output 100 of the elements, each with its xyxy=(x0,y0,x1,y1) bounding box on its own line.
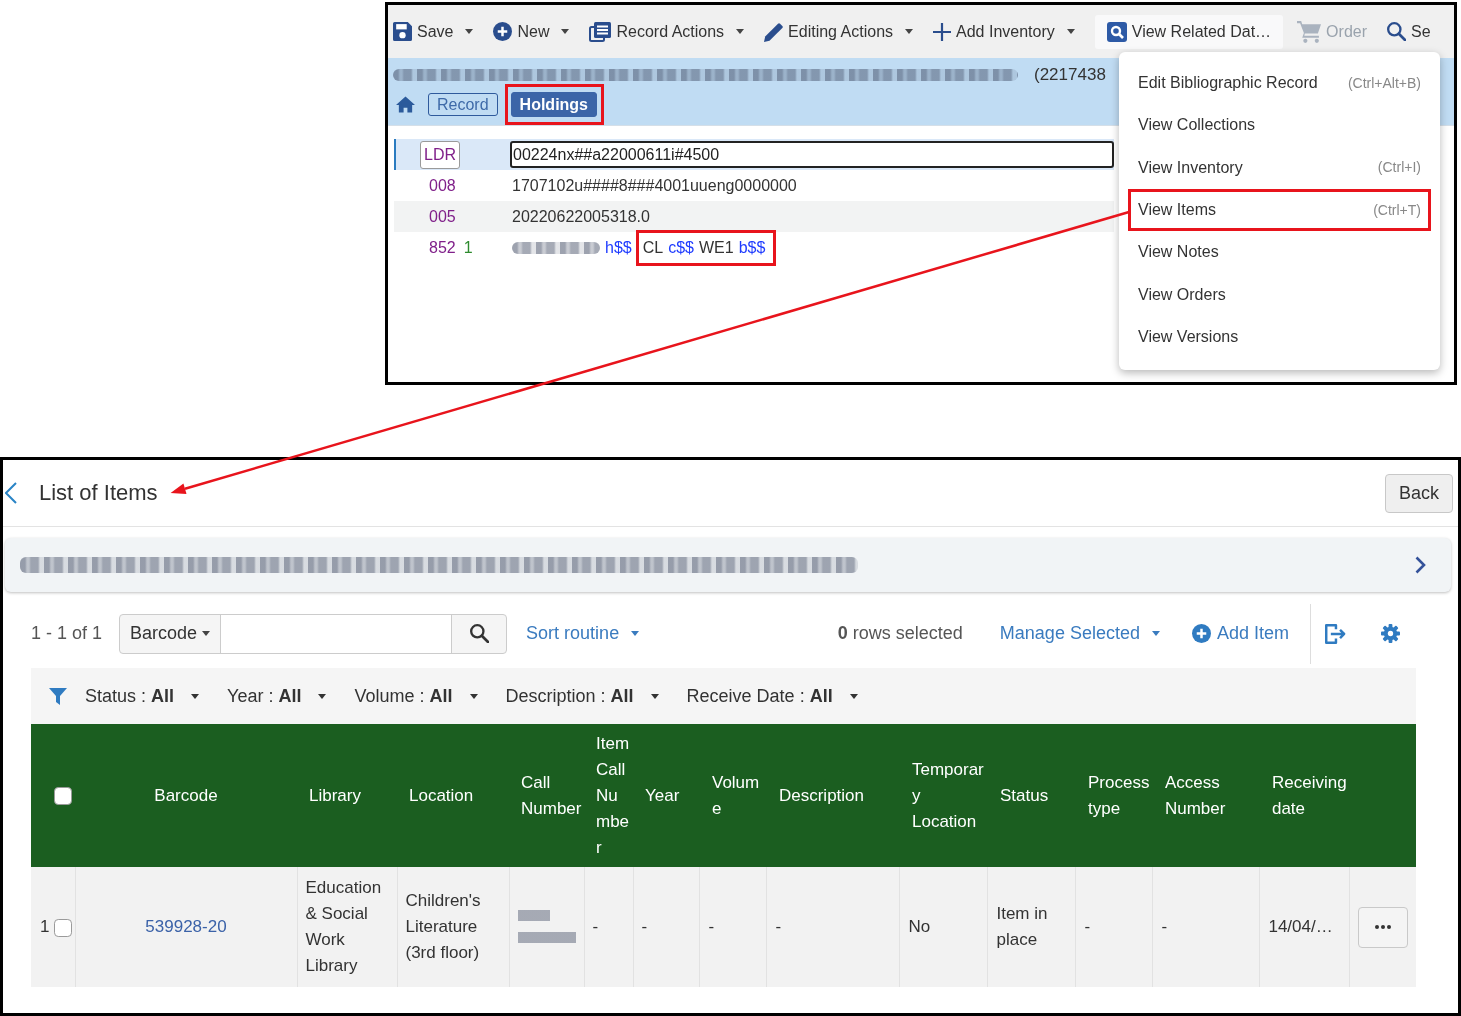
breadcrumb-tab[interactable]: Record xyxy=(428,92,498,116)
toolbar-dropdown[interactable]: Editing Actions xyxy=(764,14,914,49)
barcode-link[interactable]: 539928-20 xyxy=(145,917,227,936)
search-button[interactable] xyxy=(451,613,508,654)
column-header: Volume xyxy=(700,724,767,867)
plus-icon xyxy=(933,22,952,41)
toolbar-dropdown[interactable]: New xyxy=(493,14,570,49)
chevron-left-icon[interactable] xyxy=(5,482,17,504)
search-icon xyxy=(469,624,489,643)
table-cell: - xyxy=(1152,867,1260,987)
menu-item[interactable]: Edit Bibliographic Record (Ctrl+Alt+B) xyxy=(1128,62,1431,105)
breadcrumb-tab[interactable]: Holdings xyxy=(510,91,597,117)
sort-dropdown[interactable]: Sort routine xyxy=(526,620,640,647)
column-header: Status xyxy=(987,724,1076,867)
table-cell: - xyxy=(584,867,633,987)
search-icon xyxy=(1387,22,1406,41)
filter-dropdown[interactable]: Year : All xyxy=(227,682,327,710)
caret-icon xyxy=(1066,29,1075,34)
caret-icon xyxy=(905,29,914,34)
filter-dropdown[interactable]: Receive Date : All xyxy=(686,682,858,710)
table-cell: Education & Social Work Library xyxy=(297,867,397,987)
column-header: Item Call Number xyxy=(584,724,633,867)
cart-icon xyxy=(1297,20,1322,43)
keyboard-shortcut: (Ctrl+T) xyxy=(1373,200,1421,220)
caret-icon xyxy=(736,29,745,34)
column-header: Description xyxy=(766,724,900,867)
subfield-value: WE1 xyxy=(698,237,734,258)
magnifier-tile-icon xyxy=(1106,21,1127,42)
toolbar-dropdown[interactable]: Save xyxy=(393,14,474,49)
add-item-button[interactable]: Add Item xyxy=(1191,620,1289,647)
column-header: Call Number xyxy=(509,724,584,867)
export-icon[interactable] xyxy=(1325,623,1346,644)
pencil-icon xyxy=(764,21,784,42)
menu-item[interactable]: View Notes xyxy=(1128,231,1431,274)
result-count: 1 - 1 of 1 xyxy=(31,622,103,645)
record-id: (2217438 xyxy=(1034,64,1106,87)
field-value-input[interactable]: 00224nx##a22000611i#4500 xyxy=(510,141,1114,168)
table-cell: - xyxy=(700,867,767,987)
caret-icon xyxy=(318,693,327,699)
field-tag: 008 xyxy=(429,173,456,198)
field-tag: 005 xyxy=(429,204,456,229)
row-number: 1 xyxy=(40,917,50,936)
menu-item[interactable]: View Inventory (Ctrl+I) xyxy=(1128,146,1431,189)
field-tag: 852 xyxy=(429,235,456,260)
caret-icon xyxy=(202,631,211,636)
menu-item[interactable]: View Collections xyxy=(1128,104,1431,147)
column-header: Access Number xyxy=(1152,724,1260,867)
field-tag-button[interactable]: LDR xyxy=(420,140,460,169)
caret-icon xyxy=(849,693,858,699)
column-header: Location xyxy=(397,724,509,867)
field-row[interactable]: LDR 00224nx##a22000611i#4500 xyxy=(394,139,1114,170)
filter-icon[interactable] xyxy=(49,687,67,705)
subfield-code: c$$ xyxy=(668,237,694,258)
caret-icon xyxy=(561,29,570,34)
filter-dropdown[interactable]: Status : All xyxy=(85,682,200,710)
search-field[interactable] xyxy=(220,613,453,654)
ellipsis-icon xyxy=(1375,925,1392,929)
field-row[interactable]: 005 20220622005318.0 xyxy=(394,201,1114,232)
filter-dropdown[interactable]: Volume : All xyxy=(354,682,478,710)
toolbar-dropdown[interactable]: Record Actions xyxy=(589,14,745,49)
field-indicator: 1 xyxy=(463,237,473,258)
field-row[interactable]: 008 1707102u####8###4001uueng0000000 xyxy=(394,170,1114,201)
document-list-icon xyxy=(589,21,612,42)
select-all-checkbox[interactable] xyxy=(54,787,72,805)
table-cell: Item in place xyxy=(987,867,1076,987)
manage-selected-dropdown[interactable]: Manage Selected xyxy=(999,620,1160,647)
plus-circle-icon xyxy=(1191,624,1211,643)
subfield-code: b$$ xyxy=(738,237,766,258)
page-title: List of Items xyxy=(39,479,158,507)
search-scope-dropdown[interactable]: Barcode xyxy=(119,613,222,654)
home-icon[interactable] xyxy=(396,95,415,113)
column-header: Process type xyxy=(1075,724,1153,867)
caret-icon xyxy=(469,693,478,699)
menu-item[interactable]: View Orders xyxy=(1128,273,1431,316)
menu-item[interactable]: View Versions xyxy=(1128,315,1431,359)
table-cell: Children's Literature (3rd floor) xyxy=(397,867,509,987)
field-row[interactable]: 852 1 h$$ CL c$$ WE1 b$$ xyxy=(394,232,1114,263)
chevron-right-icon[interactable] xyxy=(1415,556,1426,574)
caret-icon xyxy=(650,693,659,699)
column-header: Year xyxy=(633,724,700,867)
toolbar-dropdown[interactable]: Add Inventory xyxy=(933,14,1075,49)
keyboard-shortcut: (Ctrl+I) xyxy=(1377,158,1421,178)
caret-icon xyxy=(631,631,640,636)
caret-icon xyxy=(1151,631,1160,636)
keyboard-shortcut: (Ctrl+Alt+B) xyxy=(1347,73,1421,93)
filter-dropdown[interactable]: Description : All xyxy=(505,682,659,710)
selection-count: 0 rows selected xyxy=(837,622,963,645)
back-button[interactable]: Back xyxy=(1384,473,1453,513)
toolbar-button[interactable]: View Related Dat… xyxy=(1094,14,1284,49)
field-value: 1707102u####8###4001uueng0000000 xyxy=(512,175,797,196)
row-checkbox[interactable] xyxy=(54,918,73,937)
toolbar-button[interactable]: Se xyxy=(1387,14,1431,49)
subfield-code: h$$ xyxy=(605,237,632,258)
menu-item[interactable]: View Items (Ctrl+T) xyxy=(1128,188,1431,232)
table-cell: - xyxy=(633,867,700,987)
gear-icon[interactable] xyxy=(1381,624,1400,643)
column-header: Library xyxy=(297,724,397,867)
table-cell: - xyxy=(766,867,900,987)
table-cell: - xyxy=(1075,867,1153,987)
plus-circle-icon xyxy=(493,22,513,41)
